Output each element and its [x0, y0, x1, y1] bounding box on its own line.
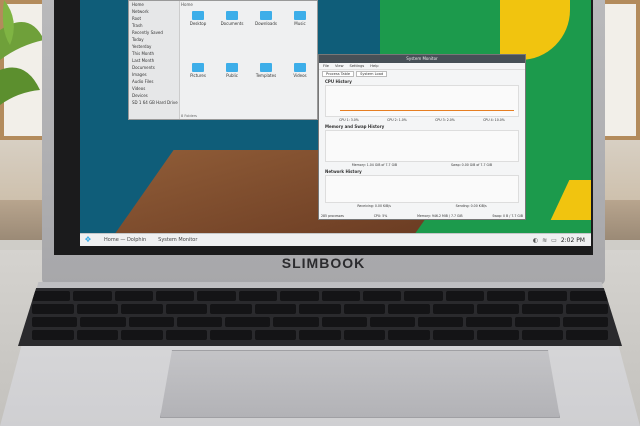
folder-icon — [294, 63, 306, 72]
folder-item[interactable]: Music — [285, 11, 315, 59]
place-item[interactable]: Today — [129, 36, 179, 43]
folder-item[interactable]: Public — [217, 63, 247, 111]
place-item[interactable]: Last Month — [129, 57, 179, 64]
swap-legend-item: Swap: 0.00 GiB of 7.7 GiB — [450, 163, 493, 167]
folder-label: Documents — [220, 21, 244, 26]
tab-bar: Process Table System Load — [319, 70, 525, 78]
cpu-graph — [325, 85, 519, 117]
network-icon[interactable]: ≋ — [542, 237, 547, 244]
place-item: Devices — [132, 93, 148, 98]
menu-view[interactable]: View — [335, 64, 344, 68]
keyboard — [18, 288, 622, 346]
place-item[interactable]: Videos — [129, 85, 179, 92]
volume-icon[interactable]: ◐ — [533, 237, 538, 244]
menu-help[interactable]: Help — [370, 64, 378, 68]
folder-label: Music — [294, 21, 306, 26]
folder-label: Downloads — [255, 21, 277, 26]
places-panel: Home Network Root Trash Recently Saved T… — [129, 1, 180, 119]
menu-settings[interactable]: Settings — [350, 64, 365, 68]
brand-logo: SLIMBOOK — [281, 255, 366, 271]
place-item[interactable]: This Month — [129, 50, 179, 57]
place-item[interactable]: Home — [129, 1, 179, 8]
folder-icon — [192, 63, 204, 72]
screen: Home Network Root Trash Recently Saved T… — [80, 0, 591, 246]
status-bar: 8 Folders — [181, 114, 197, 118]
memory-history-heading: Memory and Swap History — [325, 124, 385, 129]
status-bar: 285 processes CPU: 5% Memory: 946.2 MiB … — [321, 214, 523, 218]
folder-icon — [226, 63, 238, 72]
swap-usage: Swap: 0 B / 7.7 GiB — [492, 214, 523, 218]
folder-item[interactable]: Desktop — [183, 11, 213, 59]
process-count: 285 processes — [321, 214, 344, 218]
taskbar: ❖ Home — Dolphin System Monitor ◐ ≋ ▭ 2:… — [80, 233, 591, 246]
cpu-line — [340, 110, 514, 111]
cpu-legend-item: CPU 3: 2.0% — [435, 118, 455, 122]
place-item[interactable]: Trash — [129, 22, 179, 29]
touchpad — [160, 350, 560, 418]
folder-label: Pictures — [190, 73, 206, 78]
folder-icon — [226, 11, 238, 20]
cpu-legend-item: CPU 4: 10.0% — [483, 118, 505, 122]
tab-system-load[interactable]: System Load — [356, 71, 388, 77]
system-monitor-window[interactable]: System Monitor File View Settings Help P… — [318, 54, 526, 220]
folder-item[interactable]: Templates — [251, 63, 281, 111]
menu-file[interactable]: File — [323, 64, 329, 68]
memory-graph — [325, 130, 519, 162]
folder-icon — [294, 11, 306, 20]
cpu-history-heading: CPU History — [325, 79, 352, 84]
folder-item[interactable]: Documents — [217, 11, 247, 59]
window-title[interactable]: System Monitor — [319, 55, 525, 63]
kde-launcher-icon[interactable]: ❖ — [83, 235, 93, 245]
folder-item[interactable]: Videos — [285, 63, 315, 111]
network-history-heading: Network History — [325, 169, 362, 174]
folder-grid: Desktop Documents Downloads Music Pictur… — [181, 9, 317, 113]
place-item: Recently Saved — [132, 30, 163, 35]
place-item[interactable]: Audio Files — [129, 78, 179, 85]
cpu-legend-item: CPU 2: 1.0% — [387, 118, 407, 122]
folder-label: Desktop — [189, 21, 207, 26]
cpu-legend-item: CPU 1: 3.0% — [339, 118, 359, 122]
tab-process-table[interactable]: Process Table — [322, 71, 355, 77]
folder-label: Public — [226, 73, 238, 78]
network-legend: Receiving: 0.00 KiB/s Sending: 0.00 KiB/… — [319, 203, 525, 209]
place-item[interactable]: Yesterday — [129, 43, 179, 50]
folder-label: Templates — [255, 73, 277, 78]
folder-item[interactable]: Downloads — [251, 11, 281, 59]
file-manager-window[interactable]: Home Network Root Trash Recently Saved T… — [128, 0, 318, 120]
place-item[interactable]: Documents — [129, 64, 179, 71]
clock[interactable]: 2:02 PM — [561, 237, 585, 244]
cpu-usage: CPU: 5% — [373, 214, 388, 218]
place-item[interactable]: SD 1 64 GB Hard Drive — [129, 99, 179, 106]
breadcrumb[interactable]: Home — [181, 2, 193, 7]
place-item[interactable]: Network — [129, 8, 179, 15]
sending-legend-item: Sending: 0.00 KiB/s — [455, 204, 487, 208]
laptop-lid: Home Network Root Trash Recently Saved T… — [42, 0, 605, 285]
task-file-manager[interactable]: Home — Dolphin — [100, 237, 150, 243]
screen-bezel: Home Network Root Trash Recently Saved T… — [54, 0, 593, 255]
place-item[interactable]: Images — [129, 71, 179, 78]
menu-bar: File View Settings Help — [319, 63, 525, 70]
folder-icon — [192, 11, 204, 20]
network-graph — [325, 175, 519, 203]
folder-item[interactable]: Pictures — [183, 63, 213, 111]
folder-icon — [260, 63, 272, 72]
memory-usage: Memory: 946.2 MiB / 7.7 GiB — [417, 214, 463, 218]
system-tray: ◐ ≋ ▭ — [533, 237, 557, 244]
plant-leaves — [0, 0, 44, 105]
folder-icon — [260, 11, 272, 20]
memory-legend-item: Memory: 1.04 GiB of 7.7 GiB — [351, 163, 398, 167]
folder-label: Videos — [293, 73, 307, 78]
receiving-legend-item: Receiving: 0.00 KiB/s — [357, 204, 391, 208]
place-item[interactable]: Root — [129, 15, 179, 22]
task-system-monitor[interactable]: System Monitor — [154, 237, 201, 243]
battery-icon[interactable]: ▭ — [551, 237, 557, 244]
